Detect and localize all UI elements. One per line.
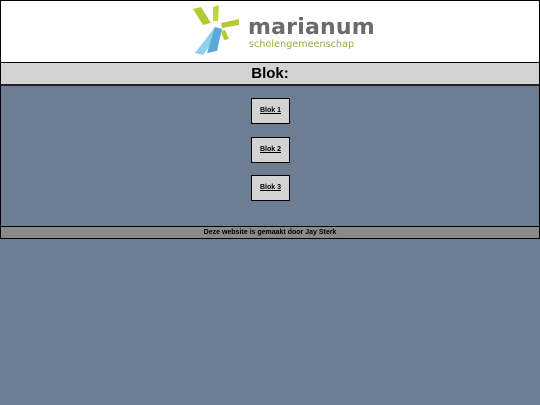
logo-name: marianum [248,15,375,40]
block-list: Blok 1 Blok 2 Blok 3 [0,84,540,228]
footer: Deze website is gemaakt door Jay Sterk [0,226,540,239]
page-title: Blok: [0,62,540,85]
logo-subtitle: scholengemeenschap [249,39,355,50]
blok-3-button[interactable]: Blok 3 [251,175,290,201]
page: marianum scholengemeenschap Blok: Blok 1… [0,0,540,405]
blok-2-button[interactable]: Blok 2 [251,137,290,163]
marianum-logo-mark-icon [193,5,239,55]
marianum-logo[interactable]: marianum scholengemeenschap [191,5,375,57]
header: marianum scholengemeenschap [0,0,540,63]
blok-1-button[interactable]: Blok 1 [251,98,290,124]
